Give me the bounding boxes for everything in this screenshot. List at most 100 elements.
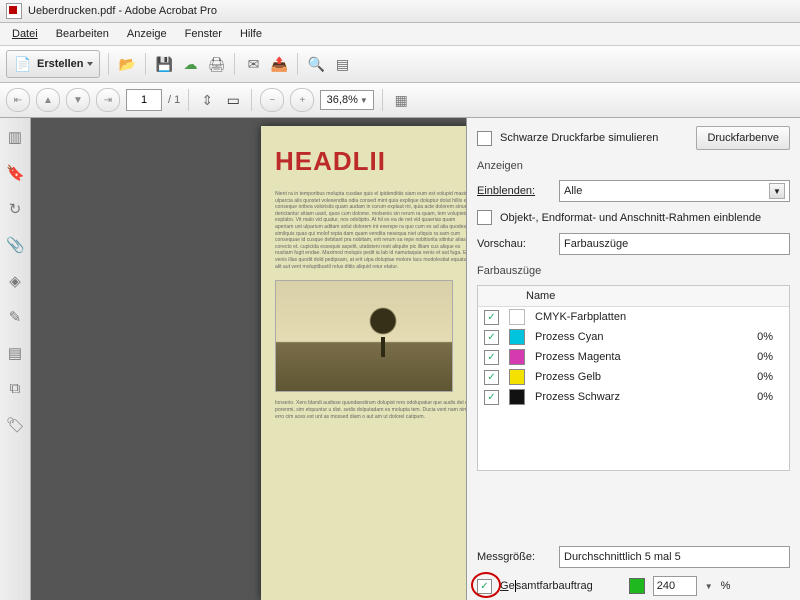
separations-header: Name — [478, 286, 789, 307]
thumbnails-icon[interactable]: ▥ — [6, 128, 24, 146]
einblenden-label: Einblenden: — [477, 185, 551, 197]
bookmarks-icon[interactable]: 🔖 — [6, 164, 24, 182]
menu-window[interactable]: Fenster — [177, 26, 230, 42]
separation-pct: 0% — [757, 391, 783, 403]
page-headline: HEADLII — [275, 146, 466, 177]
separation-checkbox[interactable]: ✓ — [484, 350, 499, 365]
separation-checkbox[interactable]: ✓ — [484, 390, 499, 405]
output-icon[interactable]: ▤ — [6, 344, 24, 362]
messgroesse-select[interactable]: Durchschnittlich 5 mal 5 — [559, 546, 790, 568]
separator — [297, 53, 298, 75]
document-view[interactable]: HEADLII Nient ra in temporibus molupta c… — [31, 118, 466, 600]
pdf-file-icon — [6, 3, 22, 19]
show-frames-checkbox[interactable] — [477, 210, 492, 225]
separator — [234, 53, 235, 75]
select-tool-icon[interactable]: ▭ — [223, 90, 243, 110]
menu-view[interactable]: Anzeige — [119, 26, 175, 42]
signatures-icon[interactable]: ✎ — [6, 308, 24, 326]
column-name-header: Name — [526, 290, 555, 302]
separation-pct: 0% — [757, 351, 783, 363]
annotation-circle — [471, 572, 501, 598]
einblenden-select[interactable]: Alle▼ — [559, 180, 790, 202]
attachments-icon[interactable]: 📎 — [6, 236, 24, 254]
menu-help[interactable]: Hilfe — [232, 26, 270, 42]
anzeigen-group-label: Anzeigen — [477, 158, 790, 172]
window-title: Ueberdrucken.pdf - Adobe Acrobat Pro — [28, 5, 217, 17]
cloud-icon[interactable]: ☁ — [180, 54, 200, 74]
simulate-black-checkbox[interactable] — [477, 131, 492, 146]
separator — [382, 89, 383, 111]
create-icon: 📄 — [13, 54, 33, 74]
mail-icon[interactable]: ✉ — [243, 54, 263, 74]
create-label: Erstellen — [37, 58, 83, 70]
document-options-icon[interactable]: ▤ — [332, 54, 352, 74]
page-up-button[interactable]: ▲ — [36, 88, 60, 112]
separation-checkbox[interactable]: ✓ — [484, 310, 499, 325]
separation-row[interactable]: ✓ Prozess Schwarz 0% — [478, 387, 789, 407]
page-body-text: Nient ra in temporibus molupta cusdae qu… — [275, 191, 466, 270]
page-image — [275, 280, 453, 392]
pan-tool-icon[interactable]: ⇕ — [197, 90, 217, 110]
coverage-value-input[interactable]: 240 — [653, 576, 697, 596]
search-icon[interactable]: 🔍 — [306, 54, 326, 74]
separation-checkbox[interactable]: ✓ — [484, 370, 499, 385]
separations-list: Name ✓ CMYK-Farbplatten ✓ Prozess Cyan 0% ✓… — [477, 285, 790, 471]
print-colors-button[interactable]: Druckfarbenve — [696, 126, 790, 150]
vorschau-label: Vorschau: — [477, 238, 551, 250]
vorschau-select[interactable]: Farbauszüge — [559, 233, 790, 255]
swatch-icon — [509, 329, 525, 345]
separation-name: Prozess Cyan — [535, 331, 603, 343]
last-page-button[interactable]: ⇥ — [96, 88, 120, 112]
swatch-icon — [509, 389, 525, 405]
chevron-down-icon: ▼ — [769, 183, 785, 199]
print-icon[interactable]: 🖨 — [206, 54, 226, 74]
coverage-color-swatch[interactable] — [629, 578, 645, 594]
save-icon[interactable]: 💾 — [154, 54, 174, 74]
separation-name: Prozess Schwarz — [535, 391, 620, 403]
simulate-black-label: Schwarze Druckfarbe simulieren — [500, 132, 658, 144]
export-icon[interactable]: 📤 — [269, 54, 289, 74]
swatch-icon — [509, 369, 525, 385]
menu-bar: Datei Bearbeiten Anzeige Fenster Hilfe — [0, 23, 800, 46]
messgroesse-label: Messgröße: — [477, 551, 551, 563]
separation-row[interactable]: ✓ Prozess Magenta 0% — [478, 347, 789, 367]
primary-toolbar: 📄 Erstellen 📂 💾 ☁ 🖨 ✉ 📤 🔍 ▤ — [0, 46, 800, 83]
separation-name: Prozess Magenta — [535, 351, 621, 363]
titlebar: Ueberdrucken.pdf - Adobe Acrobat Pro — [0, 0, 800, 23]
zoom-level-select[interactable]: 36,8%▼ — [320, 90, 374, 110]
separator — [251, 89, 252, 111]
page-down-button[interactable]: ▼ — [66, 88, 90, 112]
separation-pct: 0% — [757, 331, 783, 343]
order-icon[interactable]: ⧉ — [6, 380, 24, 398]
first-page-button[interactable]: ⇤ — [6, 88, 30, 112]
separation-row[interactable]: ✓Prozess Gelb0% — [478, 367, 789, 387]
chevron-down-icon[interactable]: ▼ — [705, 582, 713, 591]
menu-edit[interactable]: Bearbeiten — [48, 26, 117, 42]
separator — [188, 89, 189, 111]
page-caption: Ionserio. Xero blandi audisse quundaesti… — [275, 400, 466, 420]
show-frames-label: Objekt-, Endformat- und Anschnitt-Rahmen… — [500, 212, 761, 224]
window-layout-icon[interactable]: ▦ — [391, 90, 411, 110]
page-total-label: / 1 — [168, 94, 180, 106]
separation-pct: 0% — [757, 371, 783, 383]
swatch-icon — [509, 349, 525, 365]
zoom-in-button[interactable]: + — [290, 88, 314, 112]
tags-icon[interactable]: 🏷 — [6, 416, 24, 434]
open-folder-icon[interactable]: 📂 — [117, 54, 137, 74]
swatch-icon — [509, 309, 525, 325]
layers-icon[interactable]: ◈ — [6, 272, 24, 290]
navigation-pane: ▥ 🔖 ↻ 📎 ◈ ✎ ▤ ⧉ 🏷 — [0, 118, 31, 600]
zoom-out-button[interactable]: − — [260, 88, 284, 112]
rotate-icon[interactable]: ↻ — [6, 200, 24, 218]
separation-checkbox[interactable]: ✓ — [484, 330, 499, 345]
separation-name: CMYK-Farbplatten — [535, 311, 626, 323]
menu-file[interactable]: Datei — [4, 26, 46, 42]
navigation-toolbar: ⇤ ▲ ▼ ⇥ / 1 ⇕ ▭ − + 36,8%▼ ▦ — [0, 83, 800, 118]
separation-row[interactable]: ✓ CMYK-Farbplatten — [478, 307, 789, 327]
page-number-input[interactable] — [126, 89, 162, 111]
total-coverage-label: Gesamtfarbauftrag — [500, 580, 593, 592]
separator — [145, 53, 146, 75]
separator — [108, 53, 109, 75]
create-button[interactable]: 📄 Erstellen — [6, 50, 100, 78]
separation-row[interactable]: ✓ Prozess Cyan 0% — [478, 327, 789, 347]
